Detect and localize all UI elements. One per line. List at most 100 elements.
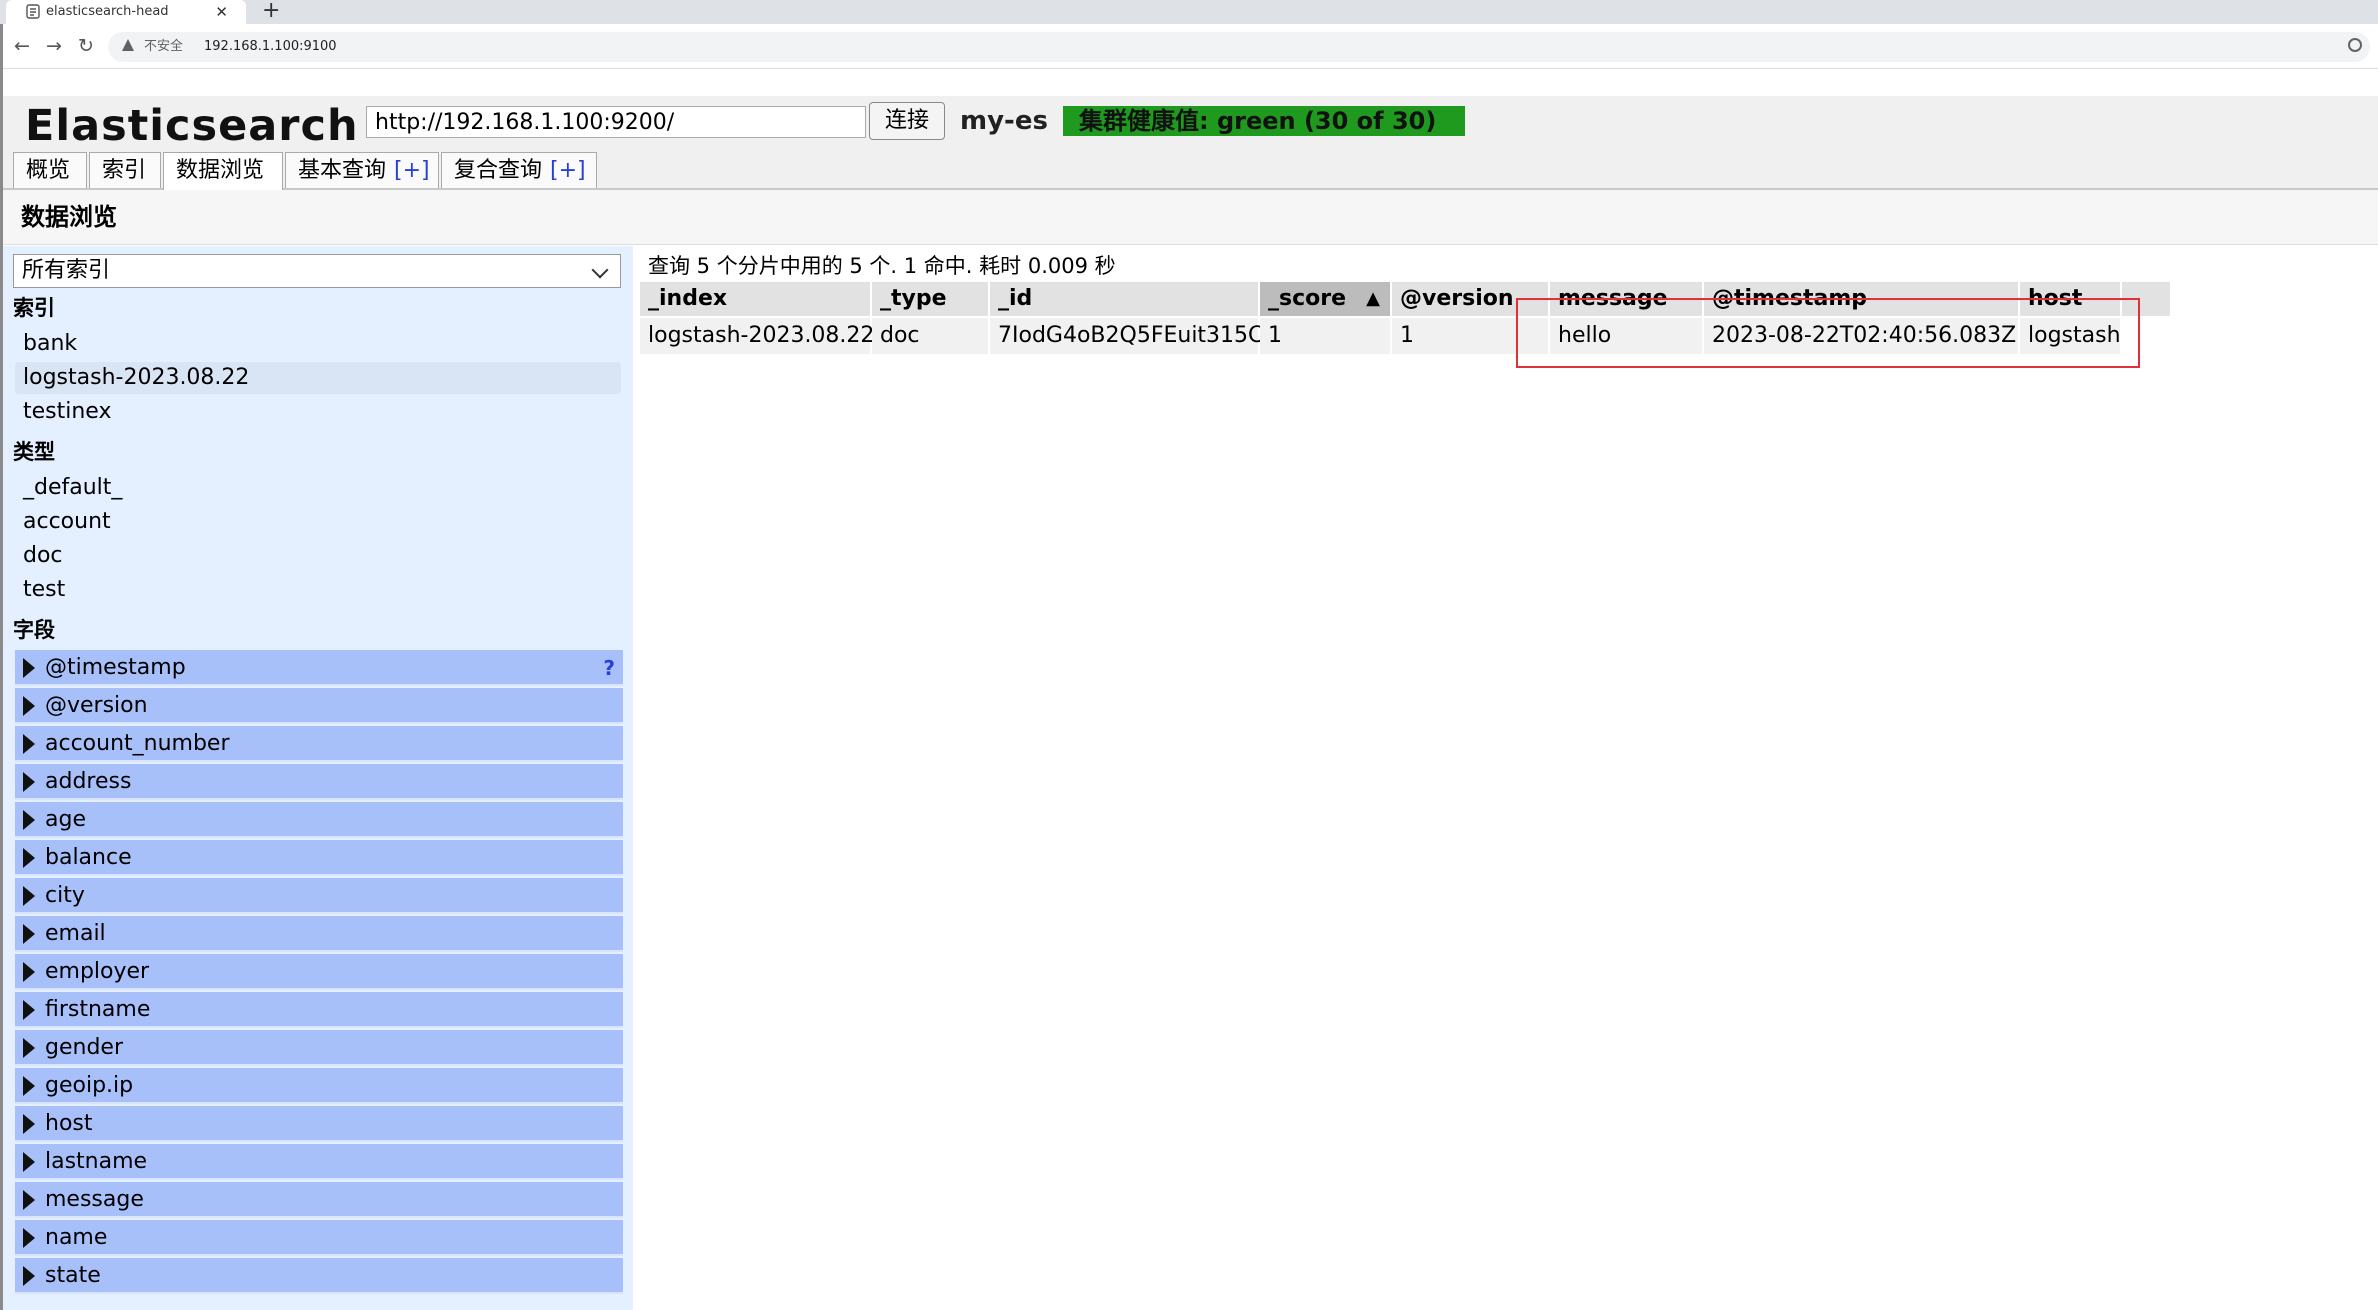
field-name: account_number [45, 731, 230, 756]
elasticsearch-head-favicon-icon [26, 4, 40, 19]
table-cell[interactable]: 2023-08-22T02:40:56.083Z [1704, 318, 2020, 354]
page-title: 数据浏览 [21, 203, 117, 231]
expand-triangle-icon [23, 924, 35, 944]
expand-triangle-icon [23, 1114, 35, 1134]
field-row[interactable]: @version [15, 688, 623, 724]
table-cell[interactable]: logstash-2023.08.22 [640, 318, 874, 354]
field-name: age [45, 807, 86, 832]
field-row[interactable]: host [15, 1106, 623, 1142]
fields-heading: 字段 [13, 618, 55, 642]
sidebar-item-index[interactable]: logstash-2023.08.22 [15, 362, 621, 394]
table-cell[interactable]: 1 [1392, 318, 1550, 354]
field-name: message [45, 1187, 144, 1212]
table-cell[interactable]: logstash [2020, 318, 2122, 354]
cluster-health-badge: 集群健康值: green (30 of 30) [1063, 106, 1465, 136]
back-arrow-icon[interactable]: ← [14, 34, 30, 58]
sort-ascending-icon: ▲ [1366, 288, 1380, 309]
table-cell[interactable]: doc [872, 318, 990, 354]
expand-triangle-icon [23, 734, 35, 754]
zoom-icon[interactable] [2348, 38, 2362, 52]
sidebar-item-index[interactable]: bank [15, 328, 621, 360]
expand-triangle-icon [23, 658, 35, 678]
tab-browser-label: 数据浏览 [176, 158, 265, 183]
column-header[interactable]: message [1550, 282, 1704, 316]
tab-compound-query-add[interactable]: [+] [550, 158, 586, 183]
tab-basic-query-add[interactable]: [+] [394, 158, 430, 183]
expand-triangle-icon [23, 1152, 35, 1172]
help-icon[interactable]: ? [603, 650, 615, 686]
tab-basic-query-label: 基本查询 [298, 158, 387, 183]
field-row[interactable]: state [15, 1258, 623, 1294]
sidebar-item-type[interactable]: account [15, 506, 621, 538]
expand-triangle-icon [23, 962, 35, 982]
browser-tab-strip: elasticsearch-head ✕ + [0, 0, 2378, 24]
cluster-name: my-es [960, 106, 1048, 136]
field-name: employer [45, 959, 150, 984]
browser-tab-title: elasticsearch-head [46, 4, 169, 19]
field-name: city [45, 883, 85, 908]
tab-browser[interactable]: 数据浏览 [163, 152, 283, 190]
sidebar-item-type[interactable]: test [15, 574, 621, 606]
field-row[interactable]: address [15, 764, 623, 800]
browser-tab[interactable]: elasticsearch-head ✕ [6, 0, 246, 24]
field-name: @version [45, 693, 148, 718]
field-row[interactable]: age [15, 802, 623, 838]
new-tab-icon[interactable]: + [262, 0, 280, 22]
column-header[interactable]: _id [990, 282, 1260, 316]
expand-triangle-icon [23, 1076, 35, 1096]
column-header[interactable]: _index [640, 282, 872, 316]
field-name: geoip.ip [45, 1073, 134, 1098]
field-name: @timestamp [45, 655, 186, 680]
expand-triangle-icon [23, 696, 35, 716]
field-row[interactable]: email [15, 916, 623, 952]
field-row[interactable]: @timestamp? [15, 650, 623, 686]
table-cell[interactable]: 1 [1260, 318, 1392, 354]
reload-icon[interactable]: ↻ [78, 34, 94, 58]
expand-triangle-icon [23, 810, 35, 830]
table-cell[interactable]: hello [1550, 318, 1704, 354]
not-secure-warning-icon[interactable] [122, 39, 134, 51]
field-row[interactable]: firstname [15, 992, 623, 1028]
close-tab-icon[interactable]: ✕ [215, 0, 228, 24]
field-name: gender [45, 1035, 123, 1060]
expand-triangle-icon [23, 1190, 35, 1210]
expand-triangle-icon [23, 1038, 35, 1058]
index-select-value: 所有索引 [22, 258, 111, 283]
field-row[interactable]: gender [15, 1030, 623, 1066]
field-row[interactable]: employer [15, 954, 623, 990]
tab-compound-query[interactable]: 复合查询 [+] [441, 152, 597, 188]
sidebar-item-type[interactable]: _default_ [15, 472, 621, 504]
connect-button[interactable]: 连接 [869, 102, 945, 140]
field-name: balance [45, 845, 132, 870]
table-cell[interactable]: 7IodG4oB2Q5FEuit315C [990, 318, 1263, 354]
app-header: Elasticsearch 连接 my-es 集群健康值: green (30 … [3, 96, 2378, 190]
address-bar-url[interactable]: 192.168.1.100:9100 [204, 32, 337, 62]
field-row[interactable]: name [15, 1220, 623, 1256]
column-header[interactable]: host [2020, 282, 2122, 316]
sidebar-item-type[interactable]: doc [15, 540, 621, 572]
address-bar[interactable]: 不安全 192.168.1.100:9100 [108, 32, 2370, 62]
connection-url-input[interactable] [366, 106, 866, 138]
tab-basic-query[interactable]: 基本查询 [+] [285, 152, 439, 188]
forward-arrow-icon[interactable]: → [46, 34, 62, 58]
column-header[interactable]: @timestamp [1704, 282, 2020, 316]
field-row[interactable]: geoip.ip [15, 1068, 623, 1104]
field-row[interactable]: city [15, 878, 623, 914]
field-row[interactable]: balance [15, 840, 623, 876]
field-row[interactable]: account_number [15, 726, 623, 762]
sidebar-item-index[interactable]: testinex [15, 396, 621, 428]
index-select[interactable]: 所有索引 [13, 254, 621, 288]
column-header-sorted[interactable]: _score ▲ [1260, 282, 1392, 316]
field-row[interactable]: lastname [15, 1144, 623, 1180]
field-name: email [45, 921, 106, 946]
expand-triangle-icon [23, 1000, 35, 1020]
column-header[interactable]: @version [1392, 282, 1550, 316]
field-name: host [45, 1111, 93, 1136]
tab-overview-label: 概览 [26, 158, 71, 183]
field-row[interactable]: message [15, 1182, 623, 1218]
tab-overview[interactable]: 概览 [13, 152, 87, 188]
security-label[interactable]: 不安全 [144, 32, 183, 62]
tab-indices[interactable]: 索引 [89, 152, 161, 188]
column-header[interactable]: _type [872, 282, 990, 316]
field-name: state [45, 1263, 101, 1288]
